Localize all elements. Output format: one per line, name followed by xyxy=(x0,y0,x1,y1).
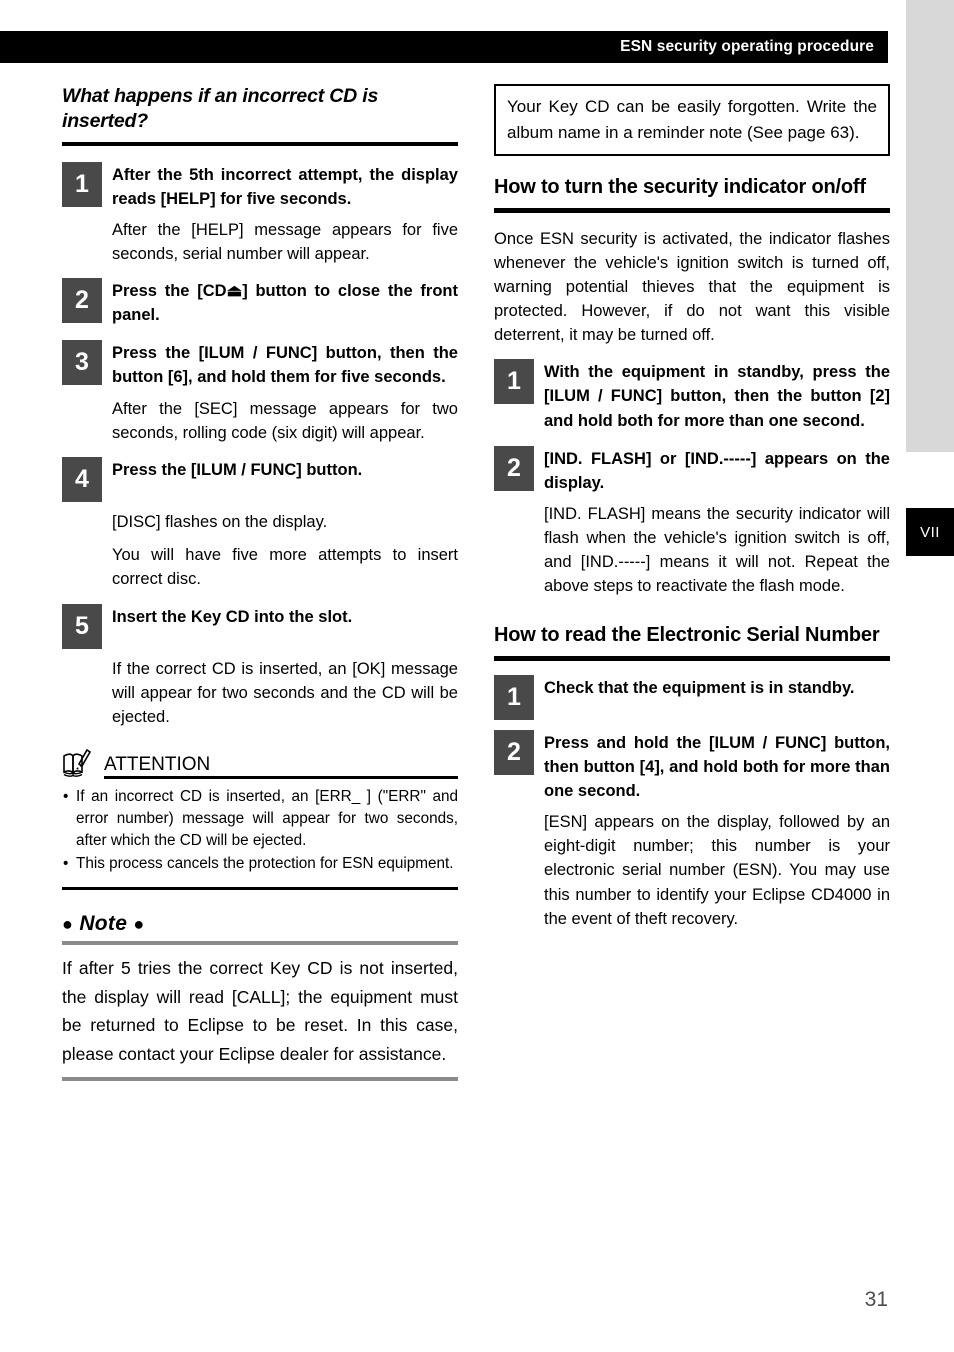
page-number: 31 xyxy=(864,1288,888,1311)
running-header-title: ESN security operating procedure xyxy=(620,38,874,55)
step-detail-group: After the [SEC] message appears for two … xyxy=(112,397,458,445)
note-title: ● Note ● xyxy=(62,912,458,936)
step-item: 2 Press the [CD⏏] button to close the fr… xyxy=(62,278,458,327)
step-number-badge: 2 xyxy=(62,278,102,324)
chapter-tab-label: VII xyxy=(920,523,940,541)
step-title: Press and hold the [ILUM / FUNC] button,… xyxy=(544,734,890,801)
step-detail: If the correct CD is inserted, an [OK] m… xyxy=(112,659,458,727)
left-section-heading: What happens if an incorrect CD is inser… xyxy=(62,85,379,132)
step-title: After the 5th incorrect attempt, the dis… xyxy=(112,165,458,208)
manual-page: VII ESN security operating procedure Wha… xyxy=(0,0,954,1352)
step-item: 2 Press and hold the [ILUM / FUNC] butto… xyxy=(494,730,890,803)
attention-block: ATTENTION • If an incorrect CD is inserte… xyxy=(62,747,458,891)
step-title: With the equipment in standby, press the… xyxy=(544,363,890,430)
tip-box: Your Key CD can be easily forgotten. Wri… xyxy=(494,84,890,156)
right-section-heading-esn: How to read the Electronic Serial Number xyxy=(494,624,880,647)
step-item: 2 [IND. FLASH] or [IND.-----] appears on… xyxy=(494,445,890,495)
step-detail-group: After the [HELP] message appears for fiv… xyxy=(112,218,458,266)
attention-title: ATTENTION xyxy=(104,754,211,776)
step-title: Press the [ILUM / FUNC] button, then the… xyxy=(112,344,458,387)
running-header: ESN security operating procedure xyxy=(0,31,888,63)
bullet-dot: • xyxy=(63,855,69,873)
step-item: 1 Check that the equipment is in standby… xyxy=(494,675,890,721)
note-body: If after 5 tries the correct Key CD is n… xyxy=(62,954,458,1068)
side-gray-band xyxy=(906,0,954,452)
note-bottom-rule xyxy=(62,1077,458,1082)
step-number-badge: 1 xyxy=(494,675,534,721)
section-intro-paragraph: Once ESN security is activated, the indi… xyxy=(494,230,890,345)
step-item: 1 After the 5th incorrect attempt, the d… xyxy=(62,161,458,211)
bullet-dot: • xyxy=(63,788,69,806)
note-bead-right: ● xyxy=(133,914,145,935)
step-item: 5 Insert the Key CD into the slot. xyxy=(62,603,458,649)
step-number-badge: 3 xyxy=(62,340,102,386)
heading-rule xyxy=(494,208,890,213)
step-detail: You will have five more attempts to inse… xyxy=(112,545,458,588)
chapter-tab-marker: VII xyxy=(906,508,954,556)
attention-bullet-text: If an incorrect CD is inserted, an [ERR_… xyxy=(76,788,458,850)
step-item: 1 With the equipment in standby, press t… xyxy=(494,359,890,432)
step-detail-group: If the correct CD is inserted, an [OK] m… xyxy=(112,657,458,729)
attention-bullet-text: This process cancels the protection for … xyxy=(76,855,454,873)
attention-bottom-rule xyxy=(62,887,458,891)
note-text: If after 5 tries the correct Key CD is n… xyxy=(62,958,458,1064)
note-block: ● Note ● If after 5 tries the correct Ke… xyxy=(62,912,458,1082)
step-title: Press the [ILUM / FUNC] button. xyxy=(112,460,363,479)
step-number-badge: 2 xyxy=(494,445,534,491)
note-title-text: Note xyxy=(79,912,128,936)
heading-rule xyxy=(494,656,890,662)
step-detail-group: [IND. FLASH] means the security indicato… xyxy=(544,502,890,598)
step-title: [IND. FLASH] or [IND.-----] appears on t… xyxy=(544,449,890,492)
step-detail: [DISC] flashes on the display. xyxy=(112,512,328,531)
step-detail: [IND. FLASH] means the security indicato… xyxy=(544,504,890,596)
step-title: Insert the Key CD into the slot. xyxy=(112,607,353,626)
attention-bullet-list: • If an incorrect CD is inserted, an [ERR… xyxy=(62,786,458,875)
step-number-badge: 1 xyxy=(494,359,534,405)
step-title: Press the [CD⏏] button to close the fron… xyxy=(112,282,458,325)
step-detail-group: [DISC] flashes on the display. You will … xyxy=(112,510,458,591)
attention-header: ATTENTION xyxy=(62,747,458,780)
step-item: 3 Press the [ILUM / FUNC] button, then t… xyxy=(62,340,458,389)
tip-box-text: Your Key CD can be easily forgotten. Wri… xyxy=(507,97,877,142)
right-column: Your Key CD can be easily forgotten. Wri… xyxy=(494,84,890,940)
step-detail-group: [ESN] appears on the display, followed b… xyxy=(544,810,890,930)
attention-title-rule: ATTENTION xyxy=(104,754,458,780)
heading-rule xyxy=(62,141,458,146)
right-section-heading-indicator: How to turn the security indicator on/of… xyxy=(494,176,866,198)
open-book-pen-icon xyxy=(63,749,92,778)
step-number-badge: 4 xyxy=(62,456,102,502)
step-number-badge: 5 xyxy=(62,603,102,649)
note-top-rule xyxy=(62,941,458,946)
note-bead-left: ● xyxy=(62,914,74,935)
step-detail: After the [HELP] message appears for fiv… xyxy=(112,221,458,264)
left-column: What happens if an incorrect CD is inser… xyxy=(62,84,458,1090)
step-number-badge: 2 xyxy=(494,730,534,776)
step-title: Check that the equipment is in standby. xyxy=(544,679,855,698)
step-item: 4 Press the [ILUM / FUNC] button. xyxy=(62,456,458,502)
step-detail: After the [SEC] message appears for two … xyxy=(112,399,458,442)
attention-bullet: • If an incorrect CD is inserted, an [ERR… xyxy=(62,786,458,852)
step-detail: [ESN] appears on the display, followed b… xyxy=(544,813,890,928)
step-number-badge: 1 xyxy=(62,161,102,207)
attention-bullet: • This process cancels the protection for… xyxy=(62,853,458,875)
